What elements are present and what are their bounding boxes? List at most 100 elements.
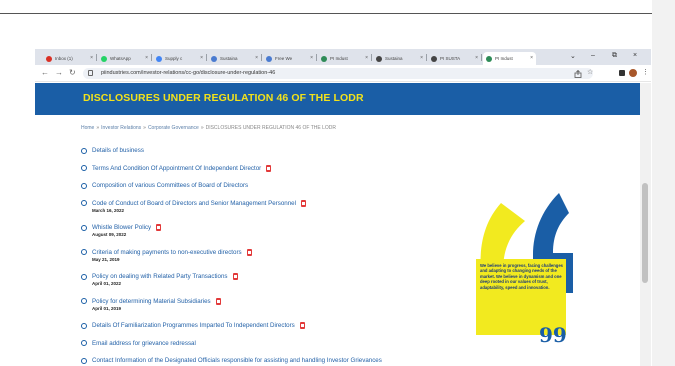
tab-favicon-icon bbox=[266, 55, 272, 62]
sidepanel-icon[interactable] bbox=[619, 70, 625, 76]
disclosure-link[interactable]: Terms And Condition Of Appointment Of In… bbox=[92, 165, 261, 172]
screenshot-frame: + ⌄ – ⧉ × Inbox (1)×WhatsApp×Supply c×Su… bbox=[0, 0, 675, 366]
tab-label: Inbox (1) bbox=[55, 56, 73, 61]
breadcrumb-home[interactable]: Home bbox=[81, 125, 94, 131]
pdf-icon[interactable] bbox=[266, 164, 272, 172]
list-item: Contact Information of the Designated Of… bbox=[81, 357, 382, 364]
tab-close-icon[interactable]: × bbox=[255, 55, 258, 61]
bookmark-star-icon[interactable]: ☆ bbox=[587, 68, 593, 76]
item-date: April 01, 2019 bbox=[92, 305, 122, 311]
browser-tab[interactable]: PI Indust × bbox=[483, 52, 536, 65]
breadcrumb-separator: » bbox=[200, 125, 204, 131]
tab-separator bbox=[151, 54, 152, 61]
list-item: Terms And Condition Of Appointment Of In… bbox=[81, 164, 272, 172]
browser-tab[interactable]: PI SUSTA × bbox=[428, 52, 481, 65]
pdf-icon[interactable] bbox=[232, 273, 238, 280]
browser-tab[interactable]: PI Indust × bbox=[318, 52, 371, 65]
list-item-row: Contact Information of the Designated Of… bbox=[81, 357, 382, 364]
address-bar[interactable]: piindustries.com/investor-relations/cc-g… bbox=[83, 68, 593, 79]
breadcrumb-investor-relations[interactable]: Investor Relations bbox=[101, 125, 141, 131]
address-row: ← → ↻ piindustries.com/investor-relation… bbox=[35, 65, 651, 82]
browser-tab[interactable]: Sustaina × bbox=[373, 52, 426, 65]
scrollbar-thumb[interactable] bbox=[642, 183, 648, 283]
bullet-icon bbox=[81, 340, 87, 346]
tab-favicon-icon bbox=[156, 55, 162, 62]
share-icon[interactable] bbox=[574, 70, 582, 78]
back-button[interactable]: ← bbox=[41, 68, 49, 77]
list-item: Code of Conduct of Board of Directors an… bbox=[81, 199, 306, 213]
disclosure-link[interactable]: Criteria of making payments to non-execu… bbox=[92, 249, 242, 256]
tab-close-icon[interactable]: × bbox=[530, 55, 533, 61]
browser-tab[interactable]: Sustaina × bbox=[208, 52, 261, 65]
bullet-icon bbox=[81, 249, 87, 255]
disclosure-link[interactable]: Details of business bbox=[92, 147, 144, 154]
tab-label: Sustaina bbox=[220, 56, 238, 61]
tab-close-icon[interactable]: × bbox=[145, 55, 148, 61]
pdf-icon[interactable] bbox=[300, 199, 306, 207]
bullet-icon bbox=[81, 322, 87, 329]
window-close-button[interactable]: × bbox=[633, 52, 637, 59]
item-date: August 09, 2022 bbox=[92, 232, 127, 237]
disclosure-link[interactable]: Contact Information of the Designated Of… bbox=[92, 357, 382, 364]
breadcrumb: Home» Investor Relations» Corporate Govern… bbox=[81, 125, 336, 131]
maximize-button[interactable]: ⧉ bbox=[612, 52, 617, 60]
pdf-icon[interactable] bbox=[215, 297, 221, 305]
lock-icon bbox=[88, 70, 93, 76]
breadcrumb-separator: » bbox=[143, 125, 146, 131]
reload-button[interactable]: ↻ bbox=[69, 68, 76, 77]
disclosure-link[interactable]: Whistle Blower Policy bbox=[92, 224, 151, 231]
browser-tab[interactable]: WhatsApp × bbox=[98, 52, 151, 65]
pdf-icon[interactable] bbox=[156, 224, 162, 231]
tab-favicon-icon bbox=[321, 55, 327, 62]
url-text: piindustries.com/investor-relations/cc-g… bbox=[101, 70, 276, 76]
bullet-icon bbox=[81, 182, 87, 189]
tab-search-icon[interactable]: ⌄ bbox=[570, 52, 576, 60]
disclosure-link[interactable]: Policy for determining Material Subsidia… bbox=[92, 298, 211, 305]
tab-label: Sustaina bbox=[385, 56, 403, 61]
disclosure-link[interactable]: Composition of various Committees of Boa… bbox=[92, 182, 248, 189]
bullet-icon bbox=[81, 165, 87, 171]
list-item: Whistle Blower Policy August 09, 2022 bbox=[81, 224, 162, 237]
pdf-icon[interactable] bbox=[299, 322, 305, 329]
breadcrumb-corporate-governance[interactable]: Corporate Governance bbox=[148, 125, 199, 131]
bullet-icon bbox=[81, 147, 87, 154]
minimize-button[interactable]: – bbox=[591, 52, 595, 59]
list-item-row: Code of Conduct of Board of Directors an… bbox=[81, 199, 306, 207]
tab-separator bbox=[371, 54, 372, 61]
tab-favicon-icon bbox=[101, 55, 107, 62]
list-item: Policy for determining Material Subsidia… bbox=[81, 297, 221, 311]
browser-tab[interactable]: Inbox (1) × bbox=[43, 52, 96, 65]
tab-close-icon[interactable]: × bbox=[90, 55, 93, 61]
tab-separator bbox=[96, 54, 97, 61]
forward-button[interactable]: → bbox=[55, 68, 63, 77]
disclosure-link[interactable]: Policy on dealing with Related Party Tra… bbox=[92, 273, 228, 280]
tab-favicon-icon bbox=[431, 55, 437, 62]
tab-separator bbox=[206, 54, 207, 61]
web-page: DISCLOSURES UNDER REGULATION 46 OF THE L… bbox=[35, 83, 651, 366]
tab-close-icon[interactable]: × bbox=[310, 55, 313, 61]
bullet-icon bbox=[81, 273, 87, 280]
tab-close-icon[interactable]: × bbox=[420, 55, 423, 61]
item-date: April 01, 2022 bbox=[92, 281, 122, 286]
tab-close-icon[interactable]: × bbox=[475, 55, 478, 61]
breadcrumb-separator: » bbox=[96, 125, 100, 131]
list-item: Policy on dealing with Related Party Tra… bbox=[81, 273, 238, 286]
disclosure-link[interactable]: Email address for grievance redressal bbox=[92, 340, 196, 347]
tab-close-icon[interactable]: × bbox=[365, 55, 368, 61]
browser-menu-icon[interactable]: ⋮ bbox=[642, 68, 649, 76]
tab-close-icon[interactable]: × bbox=[200, 55, 203, 61]
profile-avatar[interactable] bbox=[629, 69, 637, 77]
disclosure-link[interactable]: Details Of Familiarization Programmes Im… bbox=[92, 322, 295, 329]
disclosure-link[interactable]: Code of Conduct of Board of Directors an… bbox=[92, 200, 296, 207]
bullet-icon bbox=[81, 200, 87, 206]
item-date: May 21, 2019 bbox=[92, 256, 120, 262]
list-item-row: Policy for determining Material Subsidia… bbox=[81, 297, 221, 305]
close-quote-icon: 99 bbox=[539, 323, 567, 347]
pdf-icon[interactable] bbox=[246, 248, 252, 256]
tab-label: PI SUSTA bbox=[440, 56, 461, 61]
browser-tab[interactable]: Supply c × bbox=[153, 52, 206, 65]
list-item-row: Policy on dealing with Related Party Tra… bbox=[81, 273, 238, 280]
tab-favicon-icon bbox=[211, 55, 217, 62]
browser-tab[interactable]: Free We × bbox=[263, 52, 316, 65]
page-title: DISCLOSURES UNDER REGULATION 46 OF THE L… bbox=[83, 92, 364, 104]
